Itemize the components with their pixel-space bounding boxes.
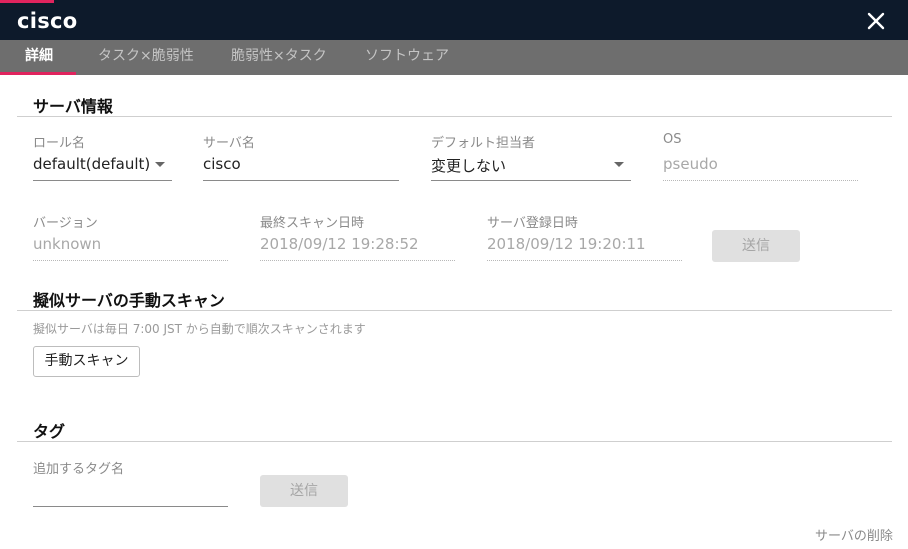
registered-underline (487, 260, 682, 261)
os-value: pseudo (663, 155, 718, 173)
tag-name-input[interactable] (33, 476, 228, 508)
os-label: OS (663, 132, 682, 147)
manual-scan-title: 擬似サーバの手動スキャン (33, 291, 225, 310)
manual-scan-button[interactable]: 手動スキャン (33, 346, 140, 377)
role-label: ロール名 (33, 136, 86, 151)
server-info-title: サーバ情報 (33, 97, 113, 116)
server-info-divider (17, 116, 892, 117)
server-name-label: サーバ名 (203, 136, 255, 151)
role-select[interactable]: default(default) (33, 150, 172, 182)
role-select-value: default(default) (33, 155, 151, 173)
tag-name-underline (33, 506, 228, 507)
tab-vulnerability-task[interactable]: 脆弱性×タスク (231, 40, 327, 75)
tag-name-label: 追加するタグ名 (33, 462, 125, 477)
tags-divider (17, 441, 892, 442)
default-assignee-value: 変更しない (431, 157, 507, 175)
version-label: バージョン (33, 216, 98, 231)
chevron-down-icon (614, 162, 624, 167)
manual-scan-divider (17, 310, 892, 311)
close-icon[interactable] (864, 9, 888, 33)
registered-value: 2018/09/12 19:20:11 (487, 235, 646, 253)
tab-software[interactable]: ソフトウェア (365, 40, 449, 75)
delete-server-link[interactable]: サーバの削除 (815, 525, 893, 544)
registered-label: サーバ登録日時 (487, 216, 578, 231)
chevron-down-icon (155, 162, 165, 167)
active-tab-indicator (0, 72, 76, 75)
window-titlebar: cisco (0, 0, 908, 40)
manual-scan-hint: 擬似サーバは毎日 7:00 JST から自動で順次スキャンされます (33, 322, 366, 336)
role-select-underline (33, 180, 172, 181)
tab-bar: 詳細 タスク×脆弱性 脆弱性×タスク ソフトウェア (0, 40, 908, 75)
server-name-underline (203, 180, 399, 181)
last-scan-underline (260, 260, 455, 261)
version-underline (33, 260, 228, 261)
default-assignee-underline (431, 180, 631, 181)
tab-task-vulnerability[interactable]: タスク×脆弱性 (98, 40, 194, 75)
default-assignee-label: デフォルト担当者 (431, 136, 536, 151)
server-name-input[interactable]: cisco (203, 150, 399, 182)
titlebar-accent (0, 0, 54, 3)
os-underline (663, 180, 858, 181)
version-value: unknown (33, 235, 102, 253)
tags-title: タグ (33, 422, 66, 441)
last-scan-value: 2018/09/12 19:28:52 (260, 235, 419, 253)
tab-details[interactable]: 詳細 (25, 40, 53, 75)
server-name-value: cisco (203, 155, 241, 173)
default-assignee-select[interactable]: 変更しない (431, 150, 631, 182)
tag-submit-button[interactable]: 送信 (260, 475, 348, 507)
server-info-submit-button[interactable]: 送信 (712, 230, 800, 262)
window-title: cisco (17, 9, 78, 33)
last-scan-label: 最終スキャン日時 (260, 216, 365, 231)
